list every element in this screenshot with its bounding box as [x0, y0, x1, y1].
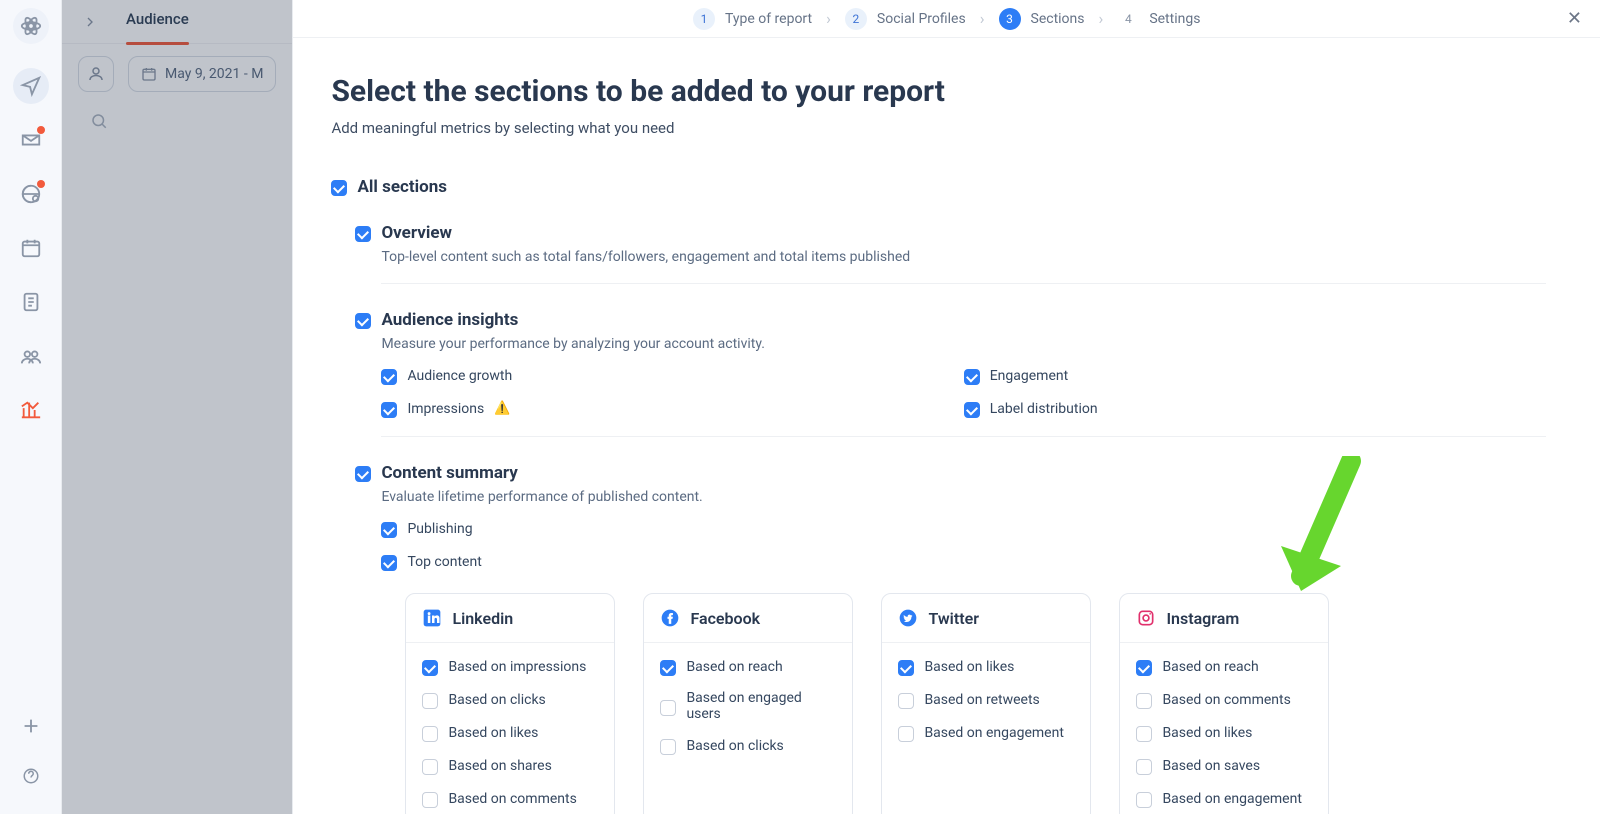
option-label: Based on retweets — [924, 692, 1039, 708]
network-card-header: Linkedin — [406, 594, 614, 643]
checkbox-linkedin-opt-4[interactable] — [422, 792, 438, 808]
step-4[interactable]: 4 Settings — [1117, 8, 1200, 30]
checkbox-twitter-opt-0[interactable] — [898, 660, 914, 676]
back-chevron-icon[interactable] — [78, 10, 102, 34]
group-desc-content: Evaluate lifetime performance of publish… — [381, 489, 1600, 505]
group-title-overview: Overview — [381, 223, 452, 243]
checkbox-facebook-opt-1[interactable] — [660, 700, 676, 716]
step-1[interactable]: 1 Type of report — [693, 8, 812, 30]
nav-calendar-icon[interactable] — [13, 230, 49, 266]
checkbox-overview[interactable] — [355, 226, 371, 242]
checkbox-twitter-opt-2[interactable] — [898, 726, 914, 742]
nav-analytics-icon[interactable] — [13, 392, 49, 428]
network-name: Facebook — [690, 609, 760, 628]
option-label: Based on shares — [448, 758, 551, 774]
checkbox-audience-insights[interactable] — [355, 313, 371, 329]
wizard-stepper: 1 Type of report › 2 Social Profiles › 3… — [293, 0, 1600, 38]
checkbox-all-sections[interactable] — [331, 180, 347, 196]
checkbox-publishing[interactable] — [381, 522, 397, 538]
network-card-instagram: Instagram Based on reach Based on comments… — [1119, 593, 1329, 814]
option-label: Based on impressions — [448, 659, 586, 675]
option-label: Based on engagement — [1162, 791, 1301, 807]
page-subtitle: Add meaningful metrics by selecting what… — [331, 119, 1600, 137]
option-label: Based on reach — [686, 659, 782, 675]
option-label: Based on engagement — [924, 725, 1063, 741]
network-card-facebook: Facebook Based on reach Based on engaged u… — [643, 593, 853, 814]
checkbox-twitter-opt-1[interactable] — [898, 693, 914, 709]
checkbox-facebook-opt-0[interactable] — [660, 660, 676, 676]
network-card-header: Instagram — [1120, 594, 1328, 643]
network-card-twitter: Twitter Based on likes Based on retweets Ba… — [881, 593, 1091, 814]
nav-monitor-icon[interactable] — [13, 176, 49, 212]
date-range-label: May 9, 2021 - M — [165, 66, 263, 82]
checkbox-linkedin-opt-0[interactable] — [422, 660, 438, 676]
checkbox-linkedin-opt-2[interactable] — [422, 726, 438, 742]
network-card-header: Facebook — [644, 594, 852, 643]
network-card-linkedin: Linkedin Based on impressions Based on cli… — [405, 593, 615, 814]
nav-rail — [0, 0, 62, 814]
step-3[interactable]: 3 Sections — [999, 8, 1085, 30]
option-label: Based on clicks — [448, 692, 545, 708]
option-label: Based on reach — [1162, 659, 1258, 675]
checkbox-instagram-opt-4[interactable] — [1136, 792, 1152, 808]
nav-notes-icon[interactable] — [13, 284, 49, 320]
option-label: Based on likes — [1162, 725, 1252, 741]
nav-team-icon[interactable] — [13, 338, 49, 374]
close-icon[interactable]: ✕ — [1567, 8, 1582, 29]
checkbox-linkedin-opt-1[interactable] — [422, 693, 438, 709]
report-sections-modal: 1 Type of report › 2 Social Profiles › 3… — [293, 0, 1600, 814]
checkbox-content-summary[interactable] — [355, 466, 371, 482]
nav-help-icon[interactable] — [13, 758, 49, 794]
option-label: Based on clicks — [686, 738, 783, 754]
profile-picker-button[interactable] — [78, 56, 114, 92]
option-label: Based on engaged users — [686, 690, 836, 722]
tab-audience[interactable]: Audience — [126, 10, 189, 34]
checkbox-instagram-opt-1[interactable] — [1136, 693, 1152, 709]
option-label: Based on saves — [1162, 758, 1260, 774]
group-title-content: Content summary — [381, 463, 517, 483]
group-desc-audience: Measure your performance by analyzing yo… — [381, 336, 1600, 352]
checkbox-instagram-opt-2[interactable] — [1136, 726, 1152, 742]
checkbox-label-distribution[interactable] — [964, 402, 980, 418]
chevron-right-icon: › — [826, 9, 831, 28]
checkbox-linkedin-opt-3[interactable] — [422, 759, 438, 775]
background-panel: Audience May 9, 2021 - M — [62, 0, 293, 814]
network-name: Twitter — [928, 609, 979, 628]
checkbox-facebook-opt-2[interactable] — [660, 739, 676, 755]
page-title: Select the sections to be added to your … — [331, 74, 1600, 109]
checkbox-engagement[interactable] — [964, 369, 980, 385]
date-range-picker[interactable]: May 9, 2021 - M — [128, 56, 276, 92]
checkbox-impressions[interactable] — [381, 402, 397, 418]
checkbox-top-content[interactable] — [381, 555, 397, 571]
option-label: Based on likes — [924, 659, 1014, 675]
checkbox-instagram-opt-0[interactable] — [1136, 660, 1152, 676]
step-2[interactable]: 2 Social Profiles — [845, 8, 966, 30]
all-sections-label: All sections — [357, 177, 447, 197]
app-logo[interactable] — [13, 8, 49, 44]
option-label: Based on comments — [448, 791, 576, 807]
option-label: Based on comments — [1162, 692, 1290, 708]
checkbox-instagram-opt-3[interactable] — [1136, 759, 1152, 775]
chevron-right-icon: › — [1099, 9, 1104, 28]
network-card-header: Twitter — [882, 594, 1090, 643]
network-name: Linkedin — [452, 609, 513, 628]
nav-inbox-icon[interactable] — [13, 122, 49, 158]
nav-compose-icon[interactable] — [13, 68, 49, 104]
checkbox-audience-growth[interactable] — [381, 369, 397, 385]
network-name: Instagram — [1166, 609, 1239, 628]
group-desc-overview: Top-level content such as total fans/fol… — [381, 249, 1600, 265]
group-title-audience: Audience insights — [381, 310, 518, 330]
warning-icon: ⚠️ — [494, 401, 510, 416]
nav-add-icon[interactable] — [17, 712, 45, 740]
search-icon[interactable] — [90, 112, 108, 130]
chevron-right-icon: › — [980, 9, 985, 28]
option-label: Based on likes — [448, 725, 538, 741]
